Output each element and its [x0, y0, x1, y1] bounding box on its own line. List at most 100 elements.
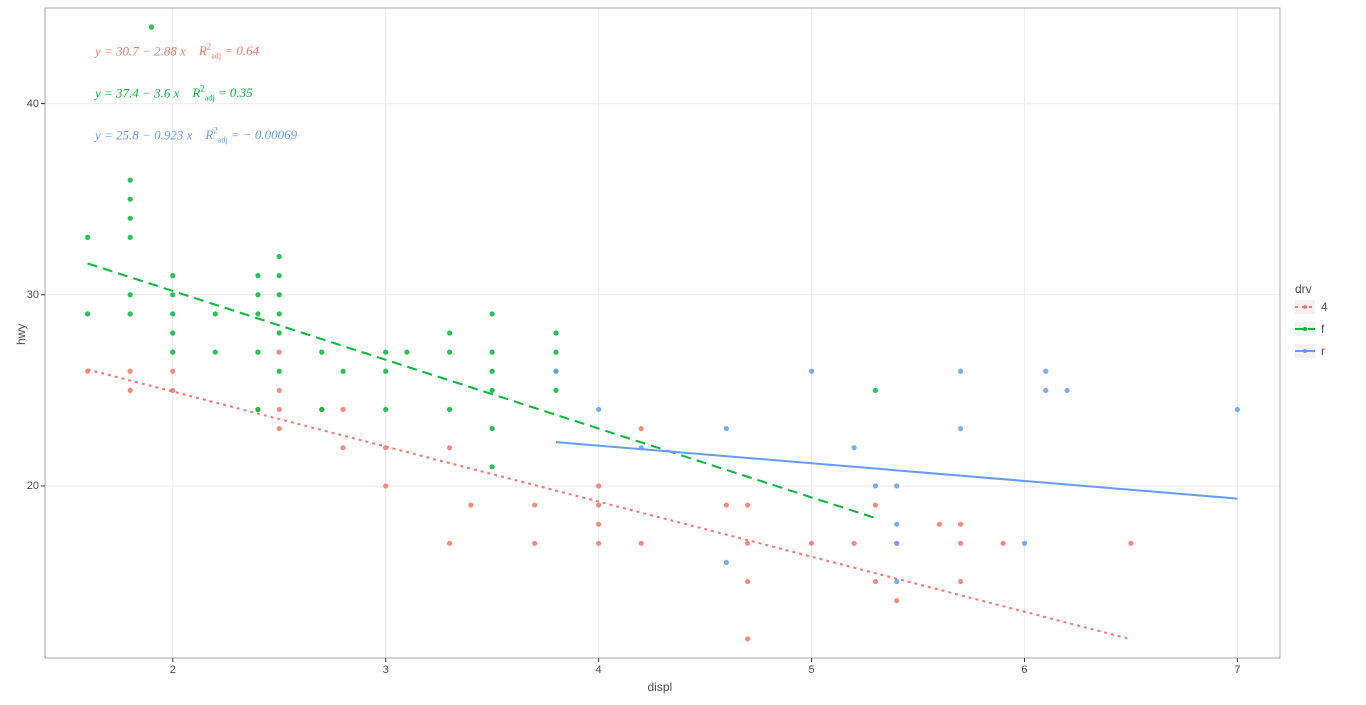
- data-point: [128, 216, 133, 221]
- data-point: [319, 407, 324, 412]
- data-point: [128, 235, 133, 240]
- regression-equation: y = 30.7 − 2.88 x R2adj = 0.64: [95, 42, 259, 61]
- regression-equation: y = 25.8 − 0.923 x R2adj = − 0.00069: [95, 126, 297, 145]
- data-point: [490, 350, 495, 355]
- data-point: [383, 369, 388, 374]
- data-point: [277, 388, 282, 393]
- data-point: [873, 483, 878, 488]
- y-tick-label: 20: [21, 480, 39, 492]
- data-point: [404, 350, 409, 355]
- plot-svg: [0, 0, 1366, 705]
- legend-item: f: [1295, 322, 1324, 336]
- data-point: [894, 483, 899, 488]
- x-tick-label: 5: [808, 664, 814, 676]
- data-point: [277, 369, 282, 374]
- data-point: [447, 407, 452, 412]
- data-point: [170, 330, 175, 335]
- data-point: [894, 541, 899, 546]
- data-point: [553, 350, 558, 355]
- data-point: [745, 579, 750, 584]
- data-point: [128, 369, 133, 374]
- legend-label: r: [1321, 344, 1325, 358]
- data-point: [277, 407, 282, 412]
- data-point: [894, 579, 899, 584]
- data-point: [149, 25, 154, 30]
- data-point: [383, 407, 388, 412]
- data-point: [958, 541, 963, 546]
- data-point: [553, 330, 558, 335]
- data-point: [383, 483, 388, 488]
- data-point: [255, 407, 260, 412]
- data-point: [85, 311, 90, 316]
- data-point: [383, 350, 388, 355]
- x-tick-label: 3: [383, 664, 389, 676]
- data-point: [1001, 541, 1006, 546]
- data-point: [1022, 541, 1027, 546]
- data-point: [873, 388, 878, 393]
- legend-key: [1295, 300, 1315, 314]
- y-tick-label: 30: [21, 289, 39, 301]
- legend-label: f: [1321, 322, 1324, 336]
- y-tick-label: 40: [21, 98, 39, 110]
- data-point: [894, 522, 899, 527]
- data-point: [341, 445, 346, 450]
- data-point: [85, 235, 90, 240]
- data-point: [170, 273, 175, 278]
- data-point: [128, 292, 133, 297]
- x-tick-label: 7: [1234, 664, 1240, 676]
- data-point: [447, 350, 452, 355]
- regression-line: [556, 442, 1237, 498]
- data-point: [1043, 388, 1048, 393]
- data-point: [596, 502, 601, 507]
- data-point: [170, 369, 175, 374]
- data-point: [553, 388, 558, 393]
- data-point: [128, 197, 133, 202]
- data-point: [255, 311, 260, 316]
- data-point: [277, 426, 282, 431]
- data-point: [745, 541, 750, 546]
- data-point: [1043, 369, 1048, 374]
- data-point: [724, 560, 729, 565]
- data-point: [809, 541, 814, 546]
- data-point: [490, 311, 495, 316]
- data-point: [1128, 541, 1133, 546]
- x-tick-label: 6: [1021, 664, 1027, 676]
- data-point: [596, 522, 601, 527]
- data-point: [596, 407, 601, 412]
- data-point: [745, 636, 750, 641]
- legend-key: [1295, 322, 1315, 336]
- data-point: [490, 426, 495, 431]
- x-tick-label: 2: [170, 664, 176, 676]
- data-point: [532, 502, 537, 507]
- legend-key: [1295, 344, 1315, 358]
- data-point: [724, 426, 729, 431]
- data-point: [532, 541, 537, 546]
- data-point: [255, 350, 260, 355]
- data-point: [128, 388, 133, 393]
- legend-title: drv: [1295, 282, 1312, 296]
- data-point: [958, 369, 963, 374]
- data-point: [894, 598, 899, 603]
- data-point: [468, 502, 473, 507]
- data-point: [873, 502, 878, 507]
- data-point: [553, 369, 558, 374]
- data-point: [1235, 407, 1240, 412]
- data-point: [809, 369, 814, 374]
- regression-equation: y = 37.4 − 3.6 x R2adj = 0.35: [95, 84, 253, 103]
- data-point: [341, 407, 346, 412]
- legend-item: r: [1295, 344, 1325, 358]
- data-point: [255, 292, 260, 297]
- data-point: [958, 579, 963, 584]
- data-point: [341, 369, 346, 374]
- data-point: [319, 350, 324, 355]
- data-point: [277, 273, 282, 278]
- data-point: [277, 311, 282, 316]
- data-point: [170, 292, 175, 297]
- regression-line: [88, 263, 876, 518]
- chart-container: 234567 203040 displ hwy drv 4fr y = 30.7…: [0, 0, 1366, 705]
- data-point: [724, 502, 729, 507]
- data-point: [873, 579, 878, 584]
- data-point: [277, 350, 282, 355]
- x-axis-title: displ: [648, 680, 673, 694]
- data-point: [128, 177, 133, 182]
